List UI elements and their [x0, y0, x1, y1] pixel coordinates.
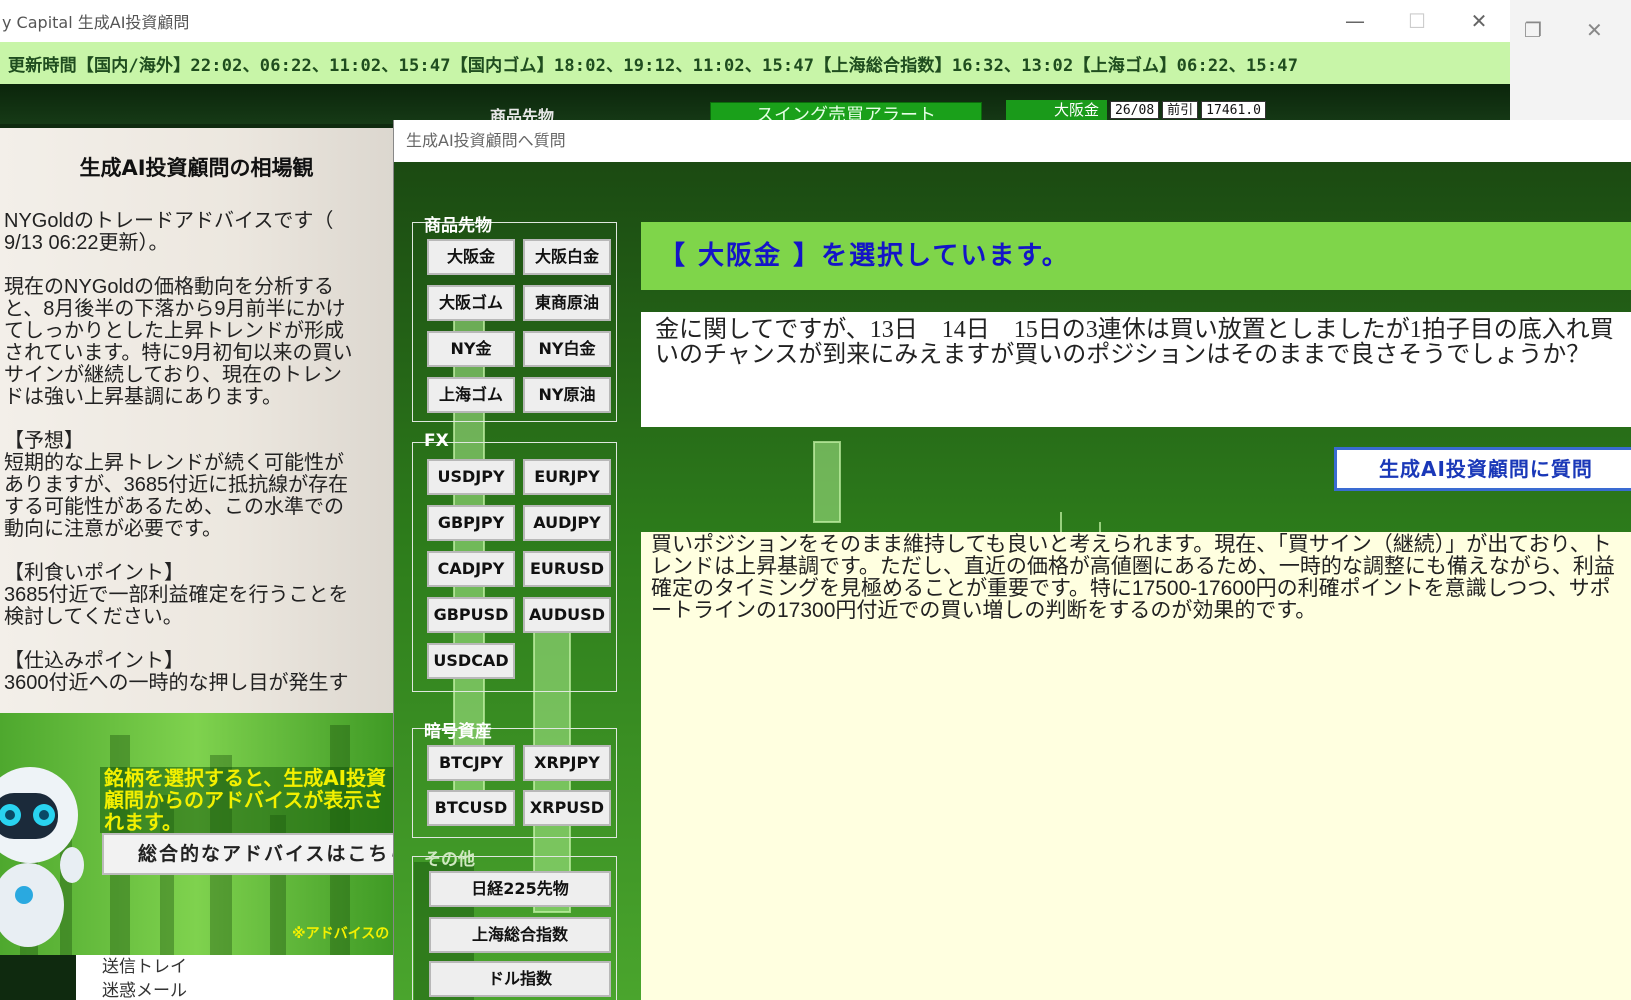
btn-shanghai-composite[interactable]: 上海総合指数 [429, 917, 611, 953]
guide-message: 銘柄を選択すると、生成AI投資顧問からのアドバイスが表示されます。 [100, 767, 393, 833]
group-crypto: 暗号資産 BTCJPY XRPJPY BTCUSD XRPUSD [412, 722, 617, 838]
btn-btcusd[interactable]: BTCUSD [427, 790, 515, 826]
quote-type: 前引 [1162, 101, 1199, 119]
maximize-button[interactable]: ☐ [1386, 0, 1448, 42]
question-dialog: 生成AI投資顧問へ質問 商品先物 大阪金 大阪白金 大阪ゴム 東商原油 NY金 … [393, 120, 1631, 1000]
btn-tocom-crude[interactable]: 東商原油 [523, 285, 611, 321]
market-view-panel: 生成AI投資顧問の相場観 NYGoldのトレードアドバイスです（ 9/13 06… [0, 128, 393, 713]
dialog-body: 商品先物 大阪金 大阪白金 大阪ゴム 東商原油 NY金 NY白金 上海ゴム NY… [394, 162, 1631, 1000]
selection-banner: 【 大阪金 】を選択しています。 [641, 222, 1631, 290]
group-fx: FX USDJPY EURJPY GBPJPY AUDJPY CADJPY EU… [412, 431, 617, 692]
update-time-bar: 更新時間【国内/海外】22:02、06:22、11:02、15:47【国内ゴム】… [0, 42, 1510, 84]
btn-nikkei225[interactable]: 日経225先物 [429, 871, 611, 907]
btn-ny-crude[interactable]: NY原油 [523, 377, 611, 413]
question-input[interactable]: 金に関してですが、13日 14日 15日の3連休は買い放置としましたが1拍子目の… [641, 312, 1631, 427]
minimize-button[interactable]: — [1324, 0, 1386, 42]
folder-outbox[interactable]: 送信トレイ [102, 955, 396, 979]
quote-price: 17461.0 [1201, 101, 1266, 119]
overall-advice-button[interactable]: 総合的なアドバイスはこちら [102, 833, 393, 875]
btn-usdcad[interactable]: USDCAD [427, 643, 515, 679]
restore-icon[interactable]: ❐ [1524, 18, 1542, 42]
group-other-label: その他 [424, 850, 475, 870]
update-time-text: 更新時間【国内/海外】22:02、06:22、11:02、15:47【国内ゴム】… [8, 55, 1299, 76]
btn-osaka-platinum[interactable]: 大阪白金 [523, 239, 611, 275]
background-mail-folders: 送信トレイ 迷惑メール [76, 955, 396, 1000]
market-view-text: NYGoldのトレードアドバイスです（ 9/13 06:22更新）。 現在のNY… [4, 210, 353, 694]
title-bar: y Capital 生成AI投資顧問 — ☐ ✕ [0, 0, 1510, 42]
quote-ticker: 大阪金 26/08 前引 17461.0 [1006, 100, 1266, 120]
btn-audusd[interactable]: AUDUSD [523, 597, 611, 633]
btn-audjpy[interactable]: AUDJPY [523, 505, 611, 541]
group-commodity: 商品先物 大阪金 大阪白金 大阪ゴム 東商原油 NY金 NY白金 上海ゴム NY… [412, 216, 617, 422]
group-crypto-label: 暗号資産 [424, 722, 492, 742]
quote-date: 26/08 [1110, 101, 1160, 119]
ask-advisor-button[interactable]: 生成AI投資顧問に質問 [1334, 447, 1631, 491]
group-fx-label: FX [424, 431, 449, 451]
btn-osaka-gold[interactable]: 大阪金 [427, 239, 515, 275]
btn-btcjpy[interactable]: BTCJPY [427, 745, 515, 781]
folder-junk[interactable]: 迷惑メール [102, 979, 396, 1000]
btn-eurusd[interactable]: EURUSD [523, 551, 611, 587]
selection-text: 【 大阪金 】を選択しています。 [659, 241, 1070, 271]
btn-usdjpy[interactable]: USDJPY [427, 459, 515, 495]
btn-dollar-index[interactable]: ドル指数 [429, 961, 611, 997]
btn-ny-platinum[interactable]: NY白金 [523, 331, 611, 367]
advice-note: ※アドバイスの [292, 926, 390, 942]
close-icon[interactable]: ✕ [1586, 18, 1603, 42]
btn-eurjpy[interactable]: EURJPY [523, 459, 611, 495]
quote-name: 大阪金 [1006, 100, 1108, 120]
answer-output: 買いポジションをそのまま維持しても良いと考えられます。現在、「買サイン（継続）」… [641, 532, 1631, 1000]
market-view-title: 生成AI投資顧問の相場観 [79, 156, 314, 180]
btn-cadjpy[interactable]: CADJPY [427, 551, 515, 587]
btn-gbpusd[interactable]: GBPUSD [427, 597, 515, 633]
window-title: y Capital 生成AI投資顧問 [2, 13, 190, 32]
btn-ny-gold[interactable]: NY金 [427, 331, 515, 367]
robot-mascot-icon [0, 767, 84, 947]
btn-shanghai-rubber[interactable]: 上海ゴム [427, 377, 515, 413]
group-other: その他 日経225先物 上海総合指数 ドル指数 [412, 850, 617, 1000]
btn-gbpjpy[interactable]: GBPJPY [427, 505, 515, 541]
dialog-title: 生成AI投資顧問へ質問 [394, 120, 1631, 162]
btn-xrpjpy[interactable]: XRPJPY [523, 745, 611, 781]
btn-osaka-rubber[interactable]: 大阪ゴム [427, 285, 515, 321]
group-commodity-label: 商品先物 [424, 216, 492, 236]
advice-guide-area: 銘柄を選択すると、生成AI投資顧問からのアドバイスが表示されます。 総合的なアド… [0, 713, 393, 955]
close-button[interactable]: ✕ [1448, 0, 1510, 42]
btn-xrpusd[interactable]: XRPUSD [523, 790, 611, 826]
